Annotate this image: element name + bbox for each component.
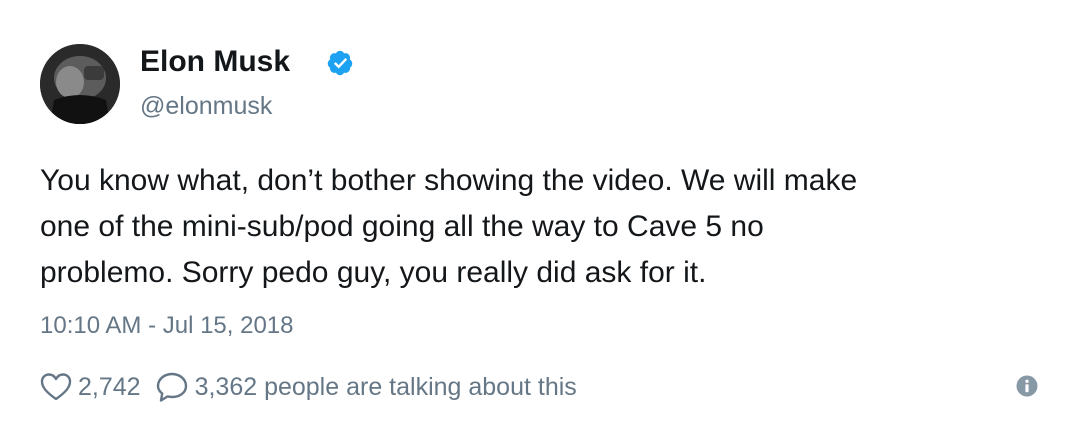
tweet-timestamp[interactable]: 10:10 AM - Jul 15, 2018 (40, 309, 294, 343)
speech-bubble-icon[interactable] (155, 371, 189, 403)
tweet-text-line: problemo. Sorry pedo guy, you really did… (40, 256, 707, 289)
avatar[interactable] (40, 44, 120, 124)
tweet-text: You know what, don’t bother showing the … (40, 158, 1040, 296)
tweet-card: Elon Musk @elonmusk You know what, don’t… (0, 0, 1084, 436)
tweet-text-line: You know what, don’t bother showing the … (40, 164, 858, 197)
info-icon[interactable] (1016, 375, 1038, 397)
verified-badge-icon (327, 50, 353, 76)
like-count[interactable]: 2,742 (78, 373, 141, 402)
tweet-actions: 2,742 3,362 people are talking about thi… (40, 367, 577, 407)
heart-icon[interactable] (40, 372, 72, 402)
talking-about-link[interactable]: 3,362 people are talking about this (195, 373, 577, 402)
author-name[interactable]: Elon Musk (140, 42, 290, 82)
profile-photo-icon (40, 44, 120, 124)
tweet-text-line: one of the mini-sub/pod going all the wa… (40, 210, 764, 243)
author-handle[interactable]: @elonmusk (140, 88, 272, 124)
